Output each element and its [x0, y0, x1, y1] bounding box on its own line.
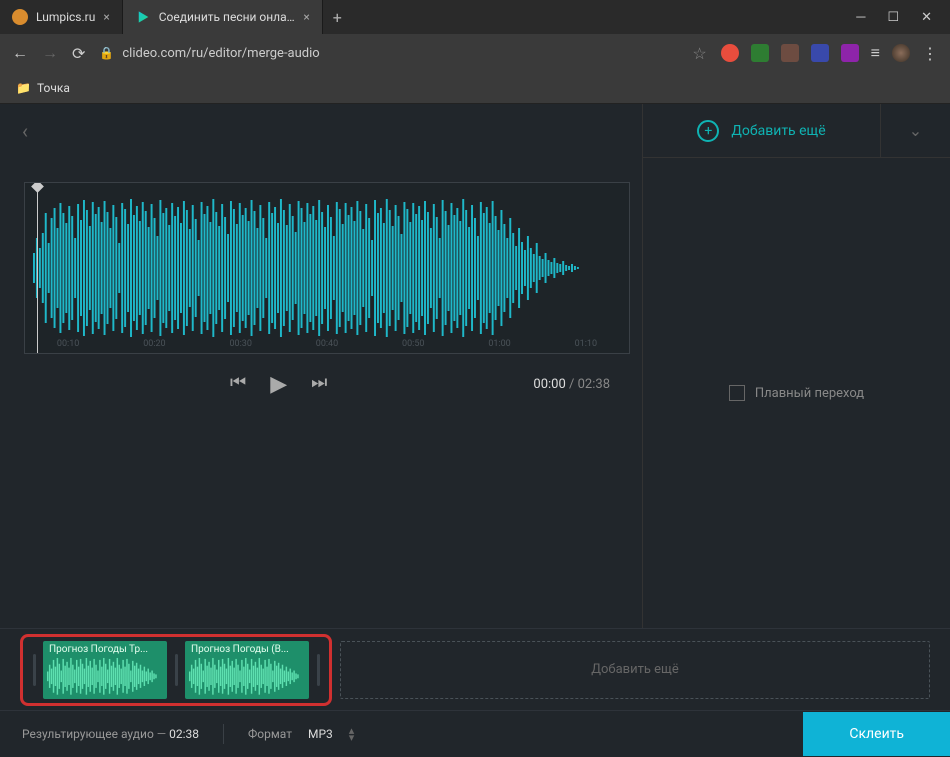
favicon-play-icon [135, 9, 151, 25]
add-clip-button[interactable]: Добавить ещё [340, 641, 930, 699]
sort-arrows-icon: ▴▾ [349, 727, 355, 741]
chevron-left-icon[interactable]: ‹ [22, 119, 28, 143]
browser-tab-active[interactable]: Соединить песни онлайн — Со... × [123, 0, 323, 34]
maximize-icon[interactable]: ☐ [887, 10, 899, 25]
extension-icon[interactable] [841, 44, 859, 62]
window-titlebar: Lumpics.ru × Соединить песни онлайн — Со… [0, 0, 950, 34]
extension-icon[interactable] [751, 44, 769, 62]
timeline: Прогноз Погоды Тр... Прогноз Погоды (В..… [0, 628, 950, 710]
add-more-button[interactable]: + Добавить ещё [642, 104, 880, 158]
url-text: clideo.com/ru/editor/merge-audio [122, 46, 319, 61]
clip-gap[interactable] [29, 641, 39, 699]
browser-tabs: Lumpics.ru × Соединить песни онлайн — Со… [0, 0, 838, 34]
audio-clip[interactable]: Прогноз Погоды (В... [185, 641, 309, 699]
clip-gap[interactable] [171, 641, 181, 699]
playback-controls: ⏮ ▶ ⏭ 00:00 / 02:38 [24, 354, 630, 415]
close-icon[interactable]: × [103, 10, 109, 24]
time-current: 00:00 [533, 377, 565, 392]
tab-title: Соединить песни онлайн — Со... [159, 10, 296, 24]
add-clip-label: Добавить ещё [591, 662, 679, 677]
clip-gap[interactable] [313, 641, 323, 699]
chevron-down-icon: ⌄ [909, 121, 922, 140]
back-icon[interactable]: ← [12, 43, 28, 63]
time-total: 02:38 [578, 377, 610, 392]
playhead-icon[interactable] [37, 183, 38, 353]
waveform-svg [33, 198, 621, 338]
new-tab-button[interactable]: + [323, 0, 352, 34]
app-back-wrap: ‹ [0, 104, 642, 158]
editor-panel: 00:1000:2000:3000:4000:5001:0001:10 ⏮ ▶ … [0, 158, 642, 628]
window-controls: ─ ☐ ✕ [838, 0, 950, 34]
minimize-icon[interactable]: ─ [856, 9, 865, 25]
crossfade-label: Плавный переход [755, 386, 864, 401]
url-input[interactable]: 🔒 clideo.com/ru/editor/merge-audio [99, 46, 678, 61]
clip-label: Прогноз Погоды Тр... [49, 644, 161, 655]
lock-icon: 🔒 [99, 46, 114, 60]
menu-icon[interactable]: ⋮ [922, 44, 938, 63]
star-icon[interactable]: ☆ [692, 44, 706, 63]
side-panel: Плавный переход [642, 158, 950, 628]
time-display: 00:00 / 02:38 [533, 377, 610, 392]
result-audio-stat: Результирующее аудио — 02:38 [22, 727, 223, 741]
close-icon[interactable]: × [303, 10, 309, 24]
crossfade-option[interactable]: Плавный переход [729, 385, 864, 401]
skip-back-icon[interactable]: ⏮ [230, 372, 246, 397]
reload-icon[interactable]: ⟳ [72, 44, 85, 63]
tab-title: Lumpics.ru [36, 10, 95, 24]
reading-list-icon[interactable]: ≡ [871, 43, 880, 63]
forward-icon[interactable]: → [42, 43, 58, 63]
clips-highlight: Прогноз Погоды Тр... Прогноз Погоды (В..… [20, 634, 332, 706]
plus-circle-icon: + [697, 120, 719, 142]
extension-icon[interactable] [721, 44, 739, 62]
close-window-icon[interactable]: ✕ [921, 10, 932, 25]
favicon-icon [12, 9, 28, 25]
address-bar: ← → ⟳ 🔒 clideo.com/ru/editor/merge-audio… [0, 34, 950, 72]
bookmarks-bar: 📁 Точка [0, 72, 950, 104]
format-value: MP3 [308, 727, 333, 741]
waveform-ruler: 00:1000:2000:3000:4000:5001:0001:10 [25, 339, 629, 349]
format-label: Формат [248, 727, 292, 741]
clip-label: Прогноз Погоды (В... [191, 644, 303, 655]
play-icon[interactable]: ▶ [270, 372, 287, 397]
app-container: ‹ + Добавить ещё ⌄ 00:1000:2000:3000:400… [0, 104, 950, 757]
bookmark-item[interactable]: Точка [37, 81, 70, 95]
add-more-label: Добавить ещё [731, 123, 825, 139]
folder-icon: 📁 [16, 81, 31, 95]
footer-bar: Результирующее аудио — 02:38 Формат MP3 … [0, 710, 950, 757]
clip-wave-icon [189, 657, 305, 696]
browser-tab-inactive[interactable]: Lumpics.ru × [0, 0, 123, 34]
clip-wave-icon [47, 657, 163, 696]
extensions: ≡ ⋮ [721, 43, 938, 63]
format-selector[interactable]: Формат MP3 ▴▾ [224, 727, 354, 741]
avatar[interactable] [892, 44, 910, 62]
audio-clip[interactable]: Прогноз Погоды Тр... [43, 641, 167, 699]
waveform-display[interactable]: 00:1000:2000:3000:4000:5001:0001:10 [24, 182, 630, 354]
app-header: ‹ + Добавить ещё ⌄ [0, 104, 950, 158]
collapse-button[interactable]: ⌄ [880, 104, 950, 158]
main-area: 00:1000:2000:3000:4000:5001:0001:10 ⏮ ▶ … [0, 158, 950, 628]
merge-button[interactable]: Склеить [803, 712, 950, 756]
skip-forward-icon[interactable]: ⏭ [311, 372, 327, 397]
extension-icon[interactable] [781, 44, 799, 62]
checkbox-icon[interactable] [729, 385, 745, 401]
extension-icon[interactable] [811, 44, 829, 62]
